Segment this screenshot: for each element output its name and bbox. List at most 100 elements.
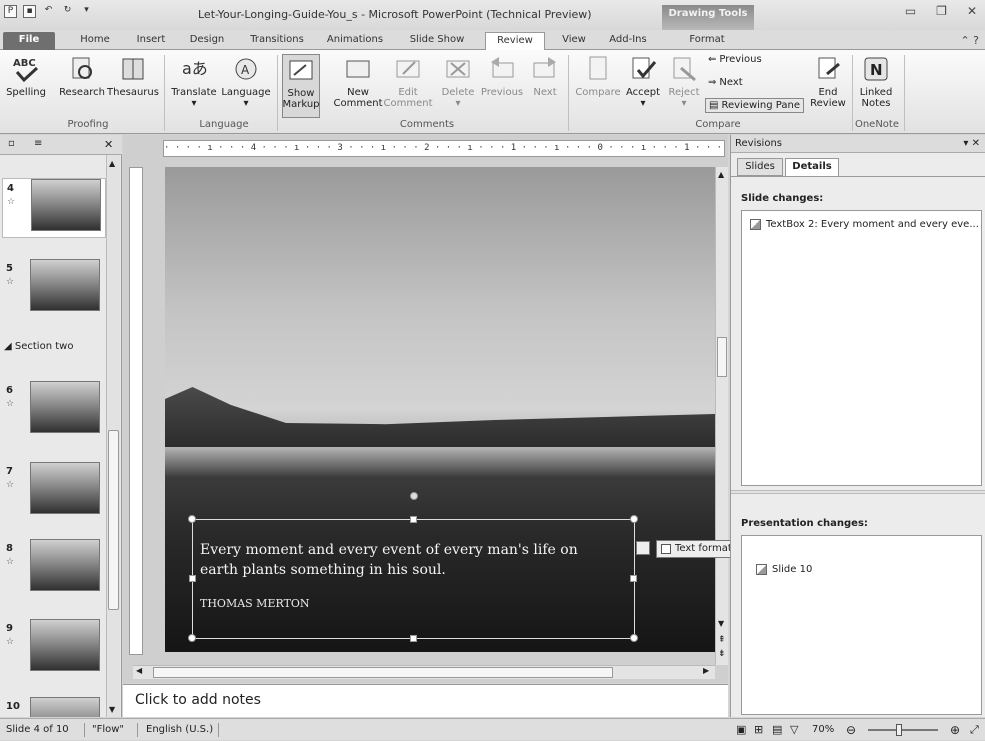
reviewing-pane-button[interactable]: ▤ Reviewing Pane <box>705 98 804 113</box>
resize-handle[interactable] <box>189 575 196 582</box>
slide-thumbnail-9[interactable]: 9 ☆ <box>2 619 106 679</box>
scroll-up-arrow-icon[interactable]: ▲ <box>109 159 115 168</box>
compare-button[interactable]: Compare <box>574 54 622 98</box>
research-button[interactable]: Research <box>58 54 106 98</box>
scrollbar-thumb[interactable] <box>108 430 119 610</box>
minimize-icon[interactable]: ▭ <box>905 4 916 18</box>
rotate-handle[interactable] <box>410 492 418 500</box>
quote-textbox[interactable]: Every moment and every event of every ma… <box>188 492 638 642</box>
slide-show-view-icon[interactable]: ▽ <box>790 719 798 741</box>
tab-animations[interactable]: Animations <box>320 32 390 50</box>
notes-pane[interactable]: Click to add notes <box>123 684 728 717</box>
zoom-out-icon[interactable]: ⊖ <box>846 719 856 741</box>
slide-thumbnail-5[interactable]: 5 ☆ <box>2 259 106 319</box>
resize-handle[interactable] <box>630 634 638 642</box>
notes-placeholder[interactable]: Click to add notes <box>135 692 261 708</box>
scroll-up-arrow-icon[interactable]: ▲ <box>718 170 724 179</box>
svg-text:aあ: aあ <box>182 59 208 78</box>
delete-comment-button[interactable]: Delete ▾ <box>438 54 478 109</box>
zoom-slider-knob[interactable] <box>896 724 902 736</box>
tab-design[interactable]: Design <box>182 32 232 50</box>
close-icon[interactable]: ✕ <box>967 4 977 18</box>
previous-change-button[interactable]: ⇐ Previous <box>708 54 762 65</box>
resize-handle[interactable] <box>410 635 417 642</box>
tab-review[interactable]: Review <box>485 32 545 50</box>
tab-add-ins[interactable]: Add-Ins <box>600 32 656 50</box>
thesaurus-button[interactable]: Thesaurus <box>107 54 159 98</box>
redo-icon[interactable]: ↻ <box>61 5 74 18</box>
slide-vertical-scrollbar[interactable]: ▲ ▼ ⇞ ⇟ <box>715 167 728 665</box>
pane-options-close-icon[interactable]: ▾ ✕ <box>963 135 980 152</box>
language-button[interactable]: A Language ▾ <box>220 54 272 109</box>
undo-icon[interactable]: ↶ <box>42 5 55 18</box>
linked-notes-button[interactable]: N Linked Notes <box>856 54 896 109</box>
resize-handle[interactable] <box>188 634 196 642</box>
slide-thumbnail-4[interactable]: 4 ☆ <box>2 178 106 238</box>
normal-view-icon[interactable]: ▣ <box>736 719 746 741</box>
tab-insert[interactable]: Insert <box>128 32 174 50</box>
scroll-left-arrow-icon[interactable]: ◀ <box>136 666 142 675</box>
scrollbar-thumb[interactable] <box>153 667 613 678</box>
tab-transitions[interactable]: Transitions <box>243 32 311 50</box>
quote-author[interactable]: THOMAS MERTON <box>200 597 310 610</box>
slide-thumbnail-8[interactable]: 8 ☆ <box>2 539 106 599</box>
slide-horizontal-scrollbar[interactable]: ◀ ▶ <box>133 665 715 679</box>
scroll-down-arrow-icon[interactable]: ▼ <box>718 619 724 628</box>
resize-handle[interactable] <box>630 575 637 582</box>
slide-thumbnail-6[interactable]: 6 ☆ <box>2 381 106 441</box>
next-comment-button[interactable]: Next <box>528 54 562 98</box>
scrollbar-thumb[interactable] <box>717 337 727 377</box>
accept-change-checkbox[interactable] <box>661 544 671 554</box>
close-panel-icon[interactable]: ✕ <box>104 138 113 151</box>
reading-view-icon[interactable]: ▤ <box>772 719 782 741</box>
slide-thumbnail-7[interactable]: 7 ☆ <box>2 462 106 522</box>
tab-slide-show[interactable]: Slide Show <box>400 32 474 50</box>
restore-icon[interactable]: ❐ <box>936 4 947 18</box>
accept-button[interactable]: Accept ▾ <box>623 54 663 109</box>
end-review-button[interactable]: End Review <box>808 54 848 109</box>
reject-button[interactable]: Reject ▾ <box>666 54 702 109</box>
slides-tab-icon[interactable]: ▫ <box>8 138 15 149</box>
spelling-button[interactable]: ABC Spelling <box>6 54 46 98</box>
save-icon[interactable]: ▪ <box>23 5 36 18</box>
section-header[interactable]: ◢ Section two <box>4 341 73 352</box>
tab-home[interactable]: Home <box>70 32 120 50</box>
slide-sorter-icon[interactable]: ⊞ <box>754 719 763 741</box>
resize-handle[interactable] <box>410 516 417 523</box>
language-indicator[interactable]: English (U.S.) <box>146 719 213 741</box>
scroll-down-arrow-icon[interactable]: ▼ <box>109 705 115 714</box>
tab-slides[interactable]: Slides <box>737 158 783 176</box>
zoom-slider[interactable] <box>868 729 938 731</box>
zoom-in-icon[interactable]: ⊕ <box>950 719 960 741</box>
translate-button[interactable]: aあ Translate ▾ <box>170 54 218 109</box>
collapse-section-icon[interactable]: ◢ <box>4 341 12 352</box>
new-comment-button[interactable]: New Comment <box>332 54 384 109</box>
scroll-right-arrow-icon[interactable]: ▶ <box>703 666 709 675</box>
presentation-change-item[interactable]: Slide 10 <box>756 564 812 575</box>
previous-comment-button[interactable]: Previous <box>478 54 526 98</box>
slide-canvas[interactable]: Every moment and every event of every ma… <box>165 167 715 652</box>
previous-slide-icon[interactable]: ⇞ <box>718 635 726 645</box>
outline-tab-icon[interactable]: ≡ <box>34 138 42 149</box>
slide-change-item[interactable]: TextBox 2: Every moment and every eve... <box>750 219 979 230</box>
next-change-button[interactable]: ⇒ Next <box>708 77 743 88</box>
zoom-level[interactable]: 70% <box>812 719 834 741</box>
powerpoint-app-icon[interactable]: P <box>4 5 17 18</box>
show-markup-button[interactable]: Show Markup <box>282 54 320 118</box>
next-slide-icon[interactable]: ⇟ <box>718 649 726 659</box>
slide-thumbnail-10[interactable]: 10 <box>2 697 106 717</box>
resize-handle[interactable] <box>188 515 196 523</box>
quote-text[interactable]: Every moment and every event of every ma… <box>200 540 620 580</box>
thumbnails-scrollbar[interactable]: ▲ ▼ <box>106 155 120 717</box>
fit-to-window-icon[interactable]: ⤢ <box>970 719 979 741</box>
help-icon[interactable]: ⌃ ? <box>960 34 979 47</box>
pane-splitter[interactable] <box>731 490 985 494</box>
edit-comment-button[interactable]: Edit Comment <box>384 54 433 109</box>
tab-view[interactable]: View <box>554 32 594 50</box>
customize-qat-icon[interactable]: ▾ <box>80 5 93 18</box>
revision-marker-icon[interactable] <box>636 541 650 555</box>
resize-handle[interactable] <box>630 515 638 523</box>
tab-format[interactable]: Format <box>672 32 742 50</box>
tab-file[interactable]: File <box>3 32 55 50</box>
tab-details[interactable]: Details <box>785 158 839 176</box>
